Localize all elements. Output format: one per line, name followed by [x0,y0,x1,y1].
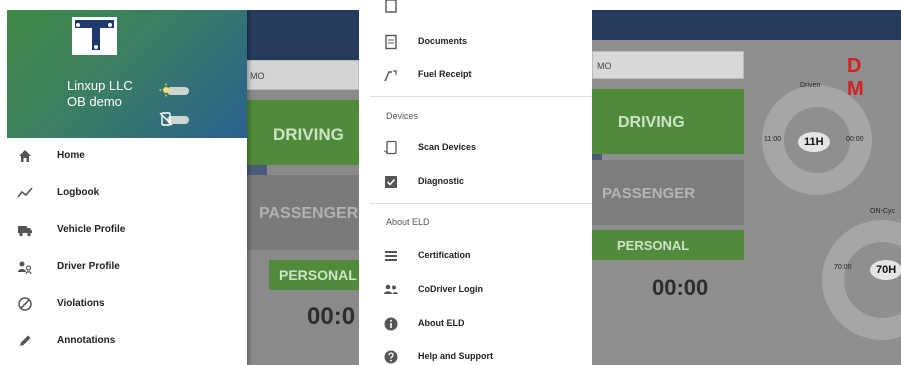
menu-item-scan-devices[interactable]: Scan Devices [370,134,592,162]
more-menu: Documents Fuel Receipt Devices Scan Devi… [370,0,592,365]
menu-item-label: Help and Support [418,351,493,361]
devices-section-header: Devices [386,111,419,121]
background-personal-button: PERSONAL [269,260,359,290]
company-logo-icon [72,17,117,55]
cycle-label: ON-Cyc [870,208,895,215]
menu-item-help-support[interactable]: Help and Support [370,343,592,365]
driven-left-time: 11:00 [764,136,781,143]
driven-value: 11H [798,132,830,152]
menu-item-label: Documents [418,36,468,46]
background-driving-button: DRIVING [245,100,359,165]
nav-item-home[interactable]: Home [7,138,247,175]
menu-divider [370,96,592,97]
navigation-drawer: Linxup LLC OB demo Home Logbook Vehicle … [7,10,247,365]
nav-item-label: Home [57,150,85,161]
screen-lock-toggle[interactable] [159,112,189,126]
company-name-line1: Linxup LLC [67,78,133,93]
nav-item-label: Vehicle Profile [57,224,126,235]
menu-item-label: About ELD [418,318,465,328]
driving-button[interactable]: DRIVING [592,89,744,154]
driven-right-time: 00:00 [846,136,864,143]
app-bar-background [592,10,901,40]
document-icon [385,34,397,50]
menu-item-diagnostic[interactable]: Diagnostic [370,168,592,196]
trend-icon [17,187,33,198]
search-field[interactable]: MO [592,51,744,79]
day-mode-toggle[interactable] [159,83,189,97]
pencil-icon [20,335,31,346]
personal-button[interactable]: PERSONAL [592,230,744,260]
menu-item-fuel-receipt[interactable]: Fuel Receipt [370,61,592,89]
menu-item-label: Certification [418,250,471,260]
background-search-field: MO [245,60,359,90]
nav-item-label: Logbook [57,187,100,198]
menu-item-cutoff[interactable] [370,0,592,20]
nav-item-label: Driver Profile [57,261,120,272]
background-clock: 00:0 [307,303,356,330]
menu-item-documents[interactable]: Documents [370,28,592,56]
drawer-nav-list: Home Logbook Vehicle Profile Driver Prof… [7,138,247,360]
list-icon [385,251,397,261]
codriver-icon [384,284,398,294]
drawer-header: Linxup LLC OB demo [7,10,247,138]
menu-item-certification[interactable]: Certification [370,242,592,270]
checkbox-icon [385,176,397,188]
background-passenger-button: PASSENGER [245,175,359,250]
duty-clock: 00:00 [652,275,709,300]
scan-device-icon [383,140,397,155]
cycle-value: 70H [870,260,901,280]
fuel-pump-icon [384,70,397,82]
phone-off-icon [159,112,173,126]
document-icon [385,0,397,13]
nav-item-label: Violations [57,298,105,309]
menu-item-label: CoDriver Login [418,284,484,294]
info-icon [384,317,398,331]
dm-indicator: D M [847,55,870,100]
left-screen: MO DRIVING PASSENGER PERSONAL 00:0 Linxu… [7,10,359,365]
sun-icon [159,83,173,97]
company-name: Linxup LLC OB demo [67,78,133,110]
company-name-line2: OB demo [67,94,122,109]
nav-item-driver-profile[interactable]: Driver Profile [7,249,247,286]
prohibited-icon [18,297,32,311]
nav-item-violations[interactable]: Violations [7,286,247,323]
menu-item-label: Diagnostic [418,176,465,186]
home-icon [19,150,31,162]
menu-divider [370,203,592,204]
nav-item-vehicle-profile[interactable]: Vehicle Profile [7,212,247,249]
help-icon [384,350,398,364]
menu-item-label: Fuel Receipt [418,69,472,79]
nav-item-logbook[interactable]: Logbook [7,175,247,212]
menu-item-codriver-login[interactable]: CoDriver Login [370,276,592,304]
right-screen: MO DRIVING PASSENGER PERSONAL 00:00 D M … [592,10,901,365]
truck-icon [18,226,32,237]
menu-item-about-eld[interactable]: About ELD [370,310,592,338]
menu-item-label: Scan Devices [418,142,477,152]
cycle-gauge [822,220,901,340]
nav-item-label: Annotations [57,335,116,346]
people-icon [18,261,32,275]
driven-label: Driven [800,82,821,89]
about-section-header: About ELD [386,217,430,227]
cycle-left-time: 70:00 [834,264,852,271]
nav-item-annotations[interactable]: Annotations [7,323,247,360]
passenger-button[interactable]: PASSENGER [592,160,744,225]
